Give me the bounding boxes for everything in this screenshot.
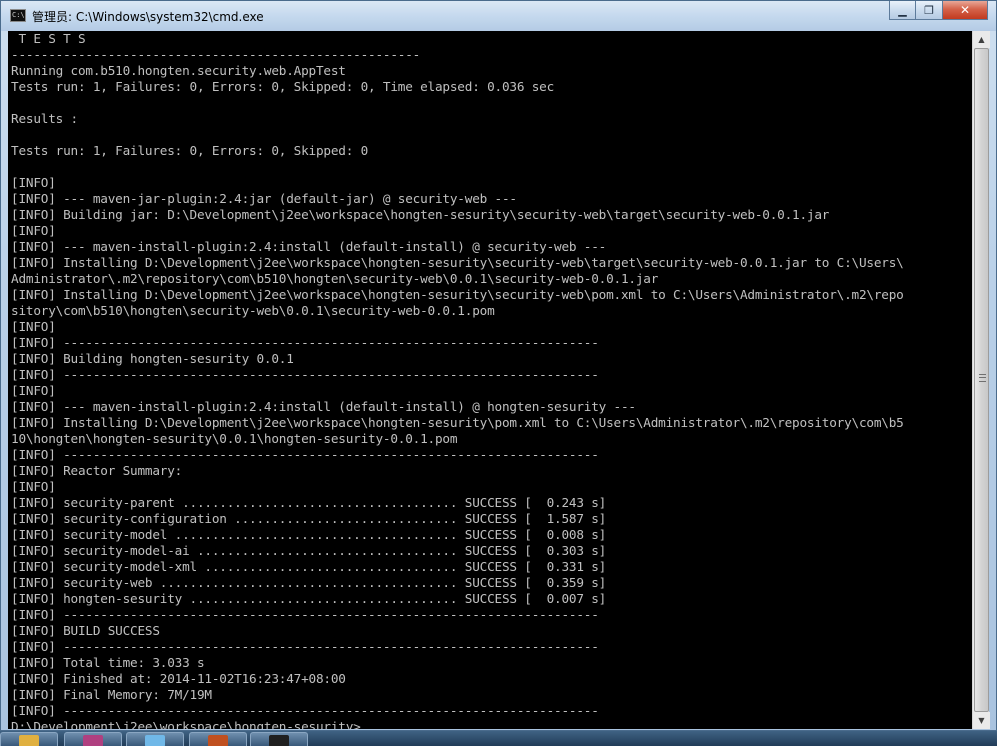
- browser-icon: [145, 735, 165, 746]
- console-line: [INFO] Total time: 3.033 s: [11, 655, 205, 670]
- console-line: Tests run: 1, Failures: 0, Errors: 0, Sk…: [11, 143, 369, 158]
- console-line: sitory\com\b510\hongten\security-web\0.0…: [11, 303, 495, 318]
- taskbar-button-java-ee[interactable]: [189, 732, 247, 746]
- console-line: [INFO]: [11, 319, 56, 334]
- scroll-up-button[interactable]: ▲: [973, 31, 990, 48]
- java-ee-icon: [208, 735, 228, 746]
- scroll-up-arrow-icon: ▲: [978, 35, 985, 44]
- console-line: ----------------------------------------…: [11, 47, 421, 62]
- console-line: [INFO]: [11, 223, 56, 238]
- console-line: [INFO] Installing D:\Development\j2ee\wo…: [11, 415, 904, 430]
- console-line: [INFO] --- maven-jar-plugin:2.4:jar (def…: [11, 191, 517, 206]
- console-line: [INFO] Installing D:\Development\j2ee\wo…: [11, 255, 904, 270]
- close-icon: ✕: [959, 3, 971, 17]
- console-line: [INFO]: [11, 479, 56, 494]
- console-line: [INFO]: [11, 383, 56, 398]
- console-line: [INFO] ---------------------------------…: [11, 639, 599, 654]
- console-line: [INFO] BUILD SUCCESS: [11, 623, 160, 638]
- window-title: 管理员: C:\Windows\system32\cmd.exe: [32, 10, 264, 24]
- scroll-down-arrow-icon: ▼: [978, 716, 985, 725]
- console-line: [INFO] security-web ....................…: [11, 575, 607, 590]
- console-line: [INFO] Installing D:\Development\j2ee\wo…: [11, 287, 904, 302]
- taskbar-button-folder[interactable]: [0, 732, 58, 746]
- close-button[interactable]: ✕: [943, 1, 988, 20]
- console-line: [INFO]: [11, 175, 56, 190]
- console-line: [INFO] security-model-xml ..............…: [11, 559, 607, 574]
- console-line: [INFO] hongten-sesurity ................…: [11, 591, 607, 606]
- console-line: [INFO] Reactor Summary:: [11, 463, 183, 478]
- taskbar: [0, 731, 997, 746]
- console-line: T E S T S: [11, 31, 86, 46]
- taskbar-button-cmd[interactable]: [250, 732, 308, 746]
- console-line: [INFO] Building hongten-sesurity 0.0.1: [11, 351, 294, 366]
- console-line: [INFO] Finished at: 2014-11-02T16:23:47+…: [11, 671, 346, 686]
- console-line: Administrator\.m2\repository\com\b510\ho…: [11, 271, 659, 286]
- minimize-icon: ▁: [898, 3, 907, 17]
- taskbar-button-archive[interactable]: [64, 732, 122, 746]
- scrollbar-thumb[interactable]: [974, 48, 989, 712]
- console-line: [INFO] ---------------------------------…: [11, 607, 599, 622]
- console-line: [INFO] security-parent .................…: [11, 495, 607, 510]
- minimize-button[interactable]: ▁: [889, 1, 916, 20]
- console-text: T E S T S -------------------------------…: [11, 31, 904, 729]
- console-line: [INFO] security-model ..................…: [11, 527, 607, 542]
- console-line: [INFO] Final Memory: 7M/19M: [11, 687, 212, 702]
- console-line: [INFO] ---------------------------------…: [11, 367, 599, 382]
- folder-icon: [19, 735, 39, 746]
- window-controls: ▁ ❐ ✕: [889, 1, 988, 21]
- console-line: Results :: [11, 111, 78, 126]
- maximize-button[interactable]: ❐: [916, 1, 943, 20]
- console-line: [INFO] --- maven-install-plugin:2.4:inst…: [11, 239, 607, 254]
- taskbar-button-browser[interactable]: [126, 732, 184, 746]
- console-output[interactable]: T E S T S -------------------------------…: [8, 31, 972, 729]
- restore-icon: ❐: [924, 3, 934, 17]
- console-line: Tests run: 1, Failures: 0, Errors: 0, Sk…: [11, 79, 555, 94]
- console-line: [INFO] ---------------------------------…: [11, 703, 599, 718]
- vertical-scrollbar[interactable]: ▲ ▼: [972, 31, 990, 729]
- console-line: [INFO] security-model-ai ...............…: [11, 543, 607, 558]
- cmd-window: C:\ 管理员: C:\Windows\system32\cmd.exe ▁ ❐…: [0, 0, 997, 731]
- console-line: [INFO] security-configuration ..........…: [11, 511, 607, 526]
- scrollbar-grip-icon: [979, 374, 986, 382]
- archive-icon: [83, 735, 103, 746]
- console-line: D:\Development\j2ee\workspace\hongten-se…: [11, 719, 361, 729]
- title-bar[interactable]: C:\ 管理员: C:\Windows\system32\cmd.exe ▁ ❐…: [1, 1, 996, 31]
- scroll-down-button[interactable]: ▼: [973, 712, 990, 729]
- console-line: 10\hongten\hongten-sesurity\0.0.1\hongte…: [11, 431, 458, 446]
- console-line: [INFO] ---------------------------------…: [11, 447, 599, 462]
- console-line: [INFO] ---------------------------------…: [11, 335, 599, 350]
- console-line: Running com.b510.hongten.security.web.Ap…: [11, 63, 346, 78]
- console-line: [INFO] --- maven-install-plugin:2.4:inst…: [11, 399, 636, 414]
- cmd-icon[interactable]: C:\: [10, 9, 26, 22]
- console-line: [INFO] Building jar: D:\Development\j2ee…: [11, 207, 830, 222]
- cmd-icon: [269, 735, 289, 746]
